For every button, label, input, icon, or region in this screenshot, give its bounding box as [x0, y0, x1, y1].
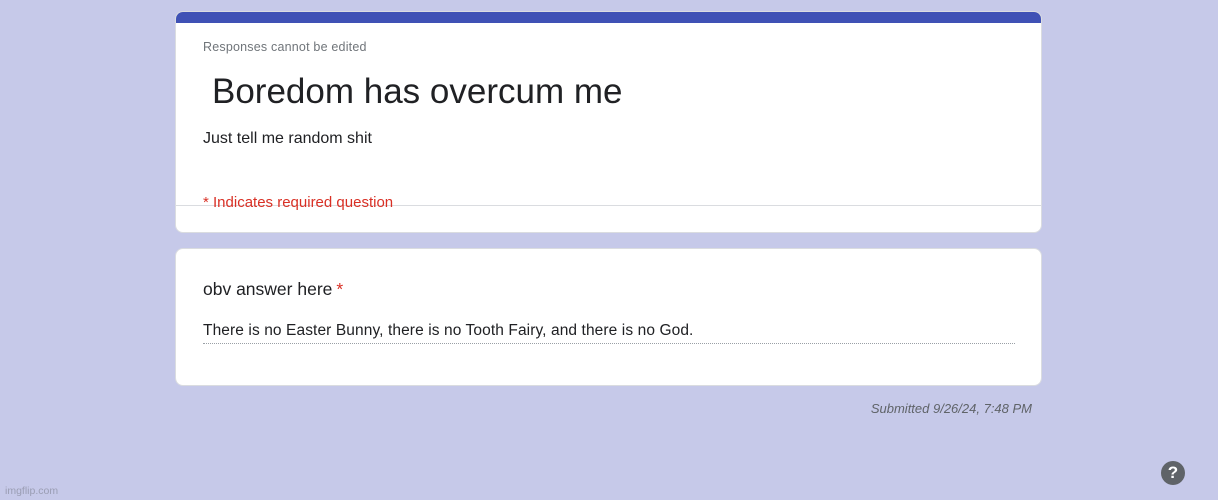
required-asterisk: *: [336, 279, 344, 299]
question-title: obv answer here *: [203, 279, 343, 300]
question-card: obv answer here * There is no Easter Bunn…: [175, 248, 1042, 386]
answer-text: There is no Easter Bunny, there is no To…: [203, 322, 1015, 344]
form-description: Just tell me random shit: [203, 130, 372, 147]
submitted-timestamp: Submitted 9/26/24, 7:48 PM: [870, 401, 1032, 416]
required-indicator-note: * Indicates required question: [203, 194, 394, 211]
imgflip-watermark: imgflip.com: [5, 485, 59, 497]
form-title: Boredom has overcum me: [212, 72, 623, 111]
header-accent-bar: [176, 12, 1041, 23]
help-icon[interactable]: ?: [1161, 461, 1185, 485]
question-label: obv answer here: [203, 279, 333, 299]
form-header-card: Responses cannot be edited Boredom has o…: [175, 11, 1042, 233]
responses-notice: Responses cannot be edited: [203, 40, 367, 54]
